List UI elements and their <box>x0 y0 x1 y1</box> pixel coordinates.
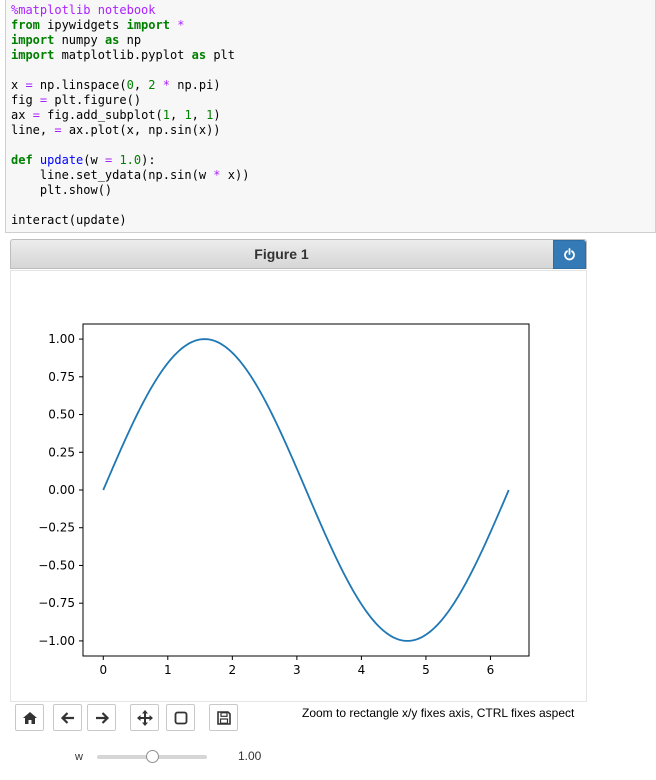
y-tick-label: −0.75 <box>38 596 75 610</box>
code-line-1: %matplotlib notebook <box>11 3 156 17</box>
series-line-sin <box>102 338 510 642</box>
x-tick-label: 3 <box>293 663 301 677</box>
x-tick-label: 5 <box>422 663 430 677</box>
square-icon <box>174 711 188 725</box>
y-tick-label: −0.50 <box>38 558 75 572</box>
arrow-left-icon <box>60 712 74 724</box>
pan-button[interactable] <box>130 704 159 731</box>
y-tick-label: 1.00 <box>48 332 75 346</box>
y-tick-label: −1.00 <box>38 634 75 648</box>
move-icon <box>137 710 153 726</box>
x-tick-label: 4 <box>358 663 366 677</box>
x-tick-label: 0 <box>99 663 107 677</box>
code-cell[interactable]: %matplotlib notebook from ipywidgets imp… <box>5 0 656 233</box>
code-line-11: def update(w = 1.0): <box>11 153 156 167</box>
zoom-button[interactable] <box>166 704 195 731</box>
close-figure-button[interactable] <box>553 240 586 269</box>
power-icon <box>564 248 575 261</box>
back-button[interactable] <box>53 704 82 731</box>
code-line-7: fig = plt.figure() <box>11 93 142 107</box>
arrow-right-icon <box>96 712 110 724</box>
y-tick-label: 0.25 <box>48 445 75 459</box>
home-button[interactable] <box>15 704 44 731</box>
y-tick-label: 0.50 <box>48 408 75 422</box>
forward-button[interactable] <box>87 704 116 731</box>
x-tick-label: 2 <box>229 663 237 677</box>
code-line-6: x = np.linspace(0, 2 * np.pi) <box>11 78 221 92</box>
slider-value: 1.00 <box>238 749 262 763</box>
sine-chart: 1.00 0.75 0.50 0.25 0.00 −0.25 −0.50 −0.75 −1.00… <box>38 323 530 677</box>
code-line-4: import matplotlib.pyplot as plt <box>11 48 235 62</box>
toolbar-status-message: Zoom to rectangle x/y fixes axis, CTRL f… <box>302 706 575 720</box>
figure-title: Figure 1 <box>254 246 309 262</box>
code-line-13: plt.show() <box>11 183 113 197</box>
slider-label: w <box>75 751 83 763</box>
code-line-9: line, = ax.plot(x, np.sin(x)) <box>11 123 221 137</box>
slider-handle[interactable] <box>146 750 159 763</box>
y-tick-label: 0.75 <box>48 370 75 384</box>
x-tick-label: 6 <box>487 663 495 677</box>
code-line-2: from ipywidgets import * <box>11 18 185 32</box>
floppy-disk-icon <box>217 711 231 725</box>
code-line-8: ax = fig.add_subplot(1, 1, 1) <box>11 108 221 122</box>
figure-canvas[interactable]: 1.00 0.75 0.50 0.25 0.00 −0.25 −0.50 −0.75 −1.00… <box>10 270 587 702</box>
y-tick-label: 0.00 <box>48 483 75 497</box>
y-tick-label: −0.25 <box>38 521 75 535</box>
code-line-3: import numpy as np <box>11 33 142 47</box>
figure-header[interactable]: Figure 1 <box>10 239 587 269</box>
save-button[interactable] <box>209 704 238 731</box>
home-icon <box>23 712 37 724</box>
code-line-12: line.set_ydata(np.sin(w * x)) <box>11 168 250 182</box>
x-tick-label: 1 <box>164 663 172 677</box>
code-line-15: interact(update) <box>11 213 127 227</box>
